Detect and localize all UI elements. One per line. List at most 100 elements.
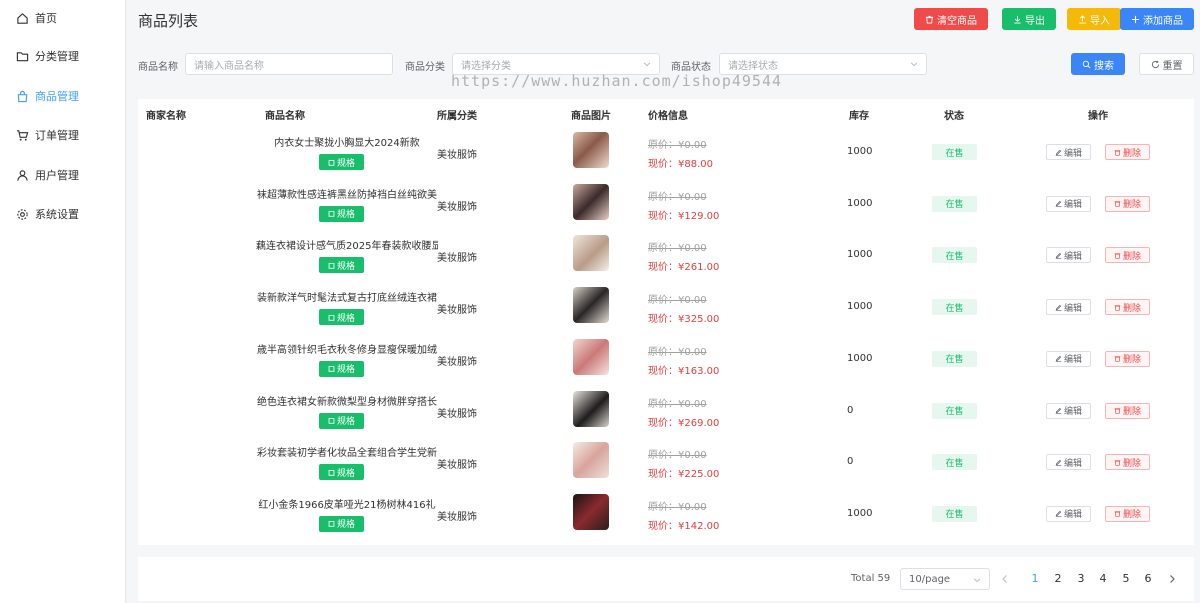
stock-count: 1000 [847, 301, 873, 313]
delete-button[interactable]: 删除 [1105, 299, 1150, 316]
page-2[interactable]: 2 [1050, 572, 1066, 585]
search-button[interactable]: 搜索 [1071, 53, 1125, 75]
column-header: 库存 [849, 111, 869, 122]
import-button[interactable]: 导入 [1067, 8, 1121, 30]
product-image [573, 235, 609, 272]
prev-page-icon[interactable] [1000, 574, 1010, 584]
trash-icon [925, 15, 934, 24]
status-badge: 在售 [932, 454, 977, 471]
stock-count: 1000 [847, 197, 873, 209]
bag-icon [16, 90, 29, 103]
export-button[interactable]: 导出 [1002, 8, 1056, 30]
stock-count: 0 [847, 404, 854, 416]
spec-button[interactable]: 规格 [319, 464, 364, 481]
column-header: 价格信息 [648, 111, 688, 122]
sidebar-item-products[interactable]: 商品管理 [0, 78, 125, 114]
current-price: 现价：¥163.00 [648, 365, 720, 377]
product-image [573, 390, 609, 427]
edit-button[interactable]: 编辑 [1046, 350, 1091, 367]
edit-icon [1055, 252, 1062, 259]
current-price: 现价：¥88.00 [648, 159, 713, 170]
total-count: Total 59 [851, 573, 891, 584]
page-3[interactable]: 3 [1073, 572, 1089, 585]
stock-count: 1000 [847, 249, 873, 261]
sidebar-item-category[interactable]: 分类管理 [0, 38, 125, 74]
chevron-down-icon [643, 62, 651, 67]
edit-icon [1055, 355, 1062, 362]
upload-icon [1079, 14, 1086, 24]
edit-icon [1055, 304, 1062, 311]
sidebar-item-label: 分类管理 [35, 50, 79, 63]
product-name: 彩妆套装初学者化妆品全套组合学生党新 [257, 448, 437, 459]
edit-button[interactable]: 编辑 [1046, 299, 1091, 316]
original-price: 原价：¥0.00 [648, 140, 707, 151]
spec-button[interactable]: 规格 [319, 257, 364, 274]
product-name-input[interactable]: 请输入商品名称 [185, 53, 393, 75]
spec-icon [328, 520, 335, 528]
next-page-icon[interactable] [1167, 574, 1177, 584]
current-price: 现价：¥261.00 [648, 262, 720, 274]
spec-button[interactable]: 规格 [319, 154, 364, 170]
add-product-button[interactable]: 添加商品 [1120, 8, 1194, 30]
sidebar-item-label: 首页 [35, 12, 57, 25]
page-1[interactable]: 1 [1027, 572, 1043, 585]
product-image [573, 183, 609, 220]
reset-button[interactable]: 重置 [1139, 53, 1194, 75]
status-badge: 在售 [932, 350, 977, 367]
page-size-select[interactable]: 10/page [900, 568, 990, 590]
page-5[interactable]: 5 [1118, 572, 1134, 585]
edit-button[interactable]: 编辑 [1046, 195, 1091, 212]
edit-button[interactable]: 编辑 [1046, 247, 1091, 264]
sidebar-item-label: 商品管理 [35, 90, 79, 103]
trash-icon [1114, 304, 1121, 311]
sidebar-item-label: 用户管理 [35, 169, 79, 182]
edit-button[interactable]: 编辑 [1046, 144, 1091, 160]
sidebar-item-orders[interactable]: 订单管理 [0, 117, 125, 153]
column-header: 状态 [944, 111, 964, 122]
stock-count: 0 [847, 456, 854, 468]
original-price: 原价：¥0.00 [648, 191, 707, 203]
spec-icon [328, 314, 335, 321]
download-icon [1014, 15, 1021, 24]
original-price: 原价：¥0.00 [648, 398, 707, 410]
delete-button[interactable]: 删除 [1105, 350, 1150, 367]
delete-button[interactable]: 删除 [1105, 195, 1150, 212]
current-price: 现价：¥225.00 [648, 469, 720, 481]
home-icon [16, 12, 29, 25]
page-4[interactable]: 4 [1095, 572, 1111, 585]
edit-icon [1055, 149, 1062, 156]
table-row: 红小金条1966皮革哑光21杨树林416礼 规格 美妆服饰 原价：¥0.00 现价：¥1… [138, 488, 1194, 540]
clear-products-button[interactable]: 清空商品 [914, 8, 988, 30]
delete-button[interactable]: 删除 [1105, 505, 1150, 522]
edit-button[interactable]: 编辑 [1046, 402, 1091, 419]
edit-button[interactable]: 编辑 [1046, 454, 1091, 471]
sidebar-item-home[interactable]: 首页 [0, 0, 125, 36]
current-price: 现价：¥269.00 [648, 417, 720, 429]
spec-button[interactable]: 规格 [319, 205, 364, 222]
spec-button[interactable]: 规格 [319, 309, 364, 326]
status-badge: 在售 [932, 195, 977, 212]
current-price: 现价：¥142.00 [648, 520, 720, 532]
status-badge: 在售 [932, 402, 977, 419]
table-row: 彩妆套装初学者化妆品全套组合学生党新 规格 美妆服饰 原价：¥0.00 现价：¥225.… [138, 436, 1194, 488]
delete-button[interactable]: 删除 [1105, 144, 1150, 160]
column-header: 商品图片 [571, 111, 611, 122]
spec-button[interactable]: 规格 [319, 360, 364, 377]
table-row: 歳半高领针织毛衣秋冬修身显瘦保暖加绒 规格 美妆服饰 原价：¥0.00 现价：¥163.… [138, 333, 1194, 385]
product-name: 内衣女士聚拢小胸显大2024新款 [274, 138, 420, 148]
main-content: 商品列表 清空商品 导出 导入 添加商品 商品名称 请输入商品名称 商品分类 请… [126, 0, 1200, 603]
trash-icon [1114, 459, 1121, 466]
sidebar-item-users[interactable]: 用户管理 [0, 157, 125, 193]
trash-icon [1114, 200, 1121, 207]
spec-icon [328, 365, 335, 373]
edit-button[interactable]: 编辑 [1046, 505, 1091, 522]
delete-button[interactable]: 删除 [1105, 454, 1150, 471]
delete-button[interactable]: 删除 [1105, 247, 1150, 264]
spec-button[interactable]: 规格 [319, 515, 364, 532]
sidebar-item-settings[interactable]: 系统设置 [0, 196, 125, 232]
page-6[interactable]: 6 [1140, 572, 1156, 585]
original-price: 原价：¥0.00 [648, 243, 707, 255]
user-icon [16, 169, 29, 182]
delete-button[interactable]: 删除 [1105, 402, 1150, 419]
spec-button[interactable]: 规格 [319, 412, 364, 429]
